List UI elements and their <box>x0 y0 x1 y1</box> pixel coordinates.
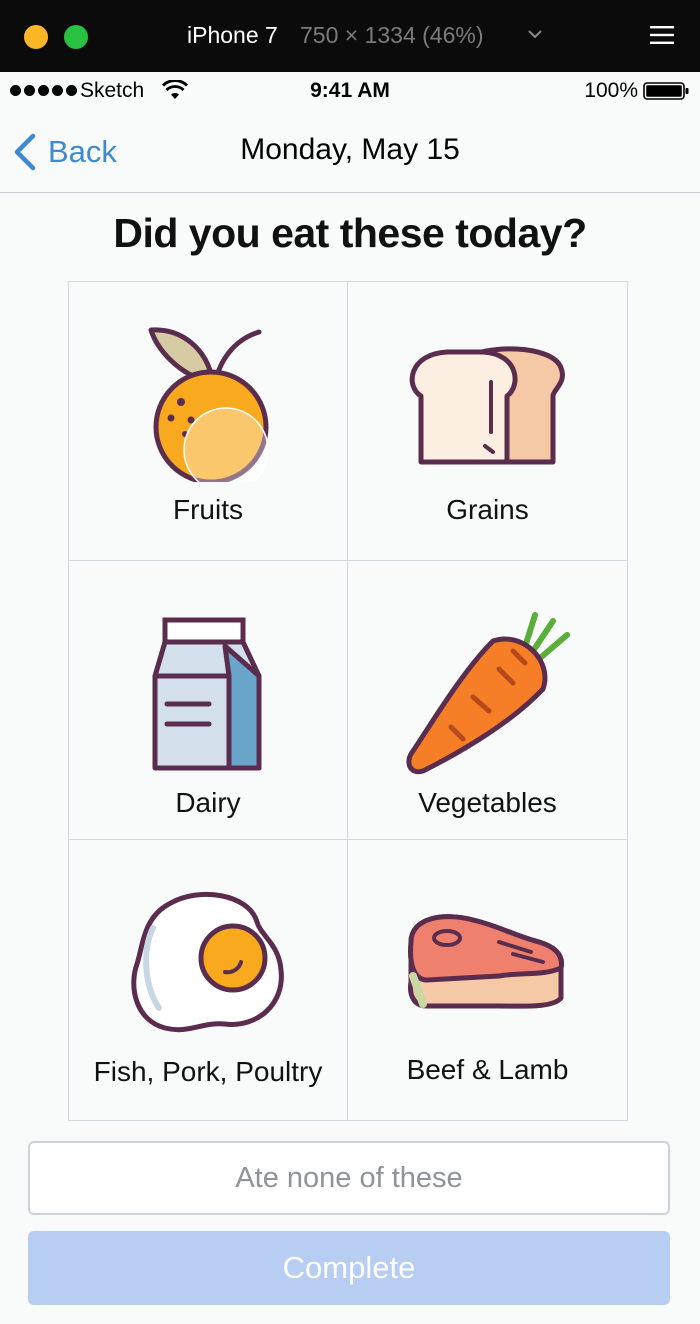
category-label: Beef & Lamb <box>406 1054 569 1085</box>
category-vegetables[interactable]: Vegetables <box>348 561 627 840</box>
category-label: Vegetables <box>418 787 557 818</box>
zoom-window-button[interactable] <box>64 25 88 49</box>
simulator-title-bar: iPhone 7 750 × 1334 (46%) <box>0 0 700 72</box>
bread-icon <box>409 346 565 465</box>
category-grains[interactable]: Grains <box>348 282 627 561</box>
menu-icon[interactable] <box>650 25 674 45</box>
carrot-icon <box>406 612 570 775</box>
device-size: 750 × 1334 (46%) <box>300 22 484 48</box>
category-label: Grains <box>446 494 529 525</box>
nav-title: Monday, May 15 <box>240 133 460 166</box>
orange-icon <box>148 327 269 482</box>
category-label: Fish, Pork, Poultry <box>93 1056 323 1087</box>
chevron-down-icon[interactable] <box>527 26 543 42</box>
battery-percent: 100% <box>584 79 638 102</box>
phone-screen: Sketch 9:41 AM 100% Back Monday, May 15 … <box>0 72 700 1324</box>
ate-none-button[interactable]: Ate none of these <box>28 1141 670 1215</box>
category-label: Dairy <box>175 787 241 818</box>
fried-egg-icon <box>131 891 284 1033</box>
question-heading: Did you eat these today? <box>113 210 587 256</box>
battery-icon <box>643 82 689 100</box>
category-beef-lamb[interactable]: Beef & Lamb <box>348 840 627 1120</box>
complete-button[interactable]: Complete <box>28 1231 670 1305</box>
category-dairy[interactable]: Dairy <box>69 561 348 840</box>
category-fruits[interactable]: Fruits <box>69 282 348 561</box>
status-bar: Sketch 9:41 AM 100% <box>0 72 700 110</box>
steak-icon <box>408 914 564 1009</box>
device-name: iPhone 7 <box>187 22 278 48</box>
category-label: Fruits <box>173 494 243 525</box>
milk-carton-icon <box>152 617 262 771</box>
category-fish-pork-poultry[interactable]: Fish, Pork, Poultry <box>69 840 348 1120</box>
navigation-bar: Back Monday, May 15 <box>0 110 700 193</box>
minimize-window-button[interactable] <box>24 25 48 49</box>
food-category-grid: Fruits Grains Dairy Vegetables Fish, Por… <box>68 281 628 1121</box>
